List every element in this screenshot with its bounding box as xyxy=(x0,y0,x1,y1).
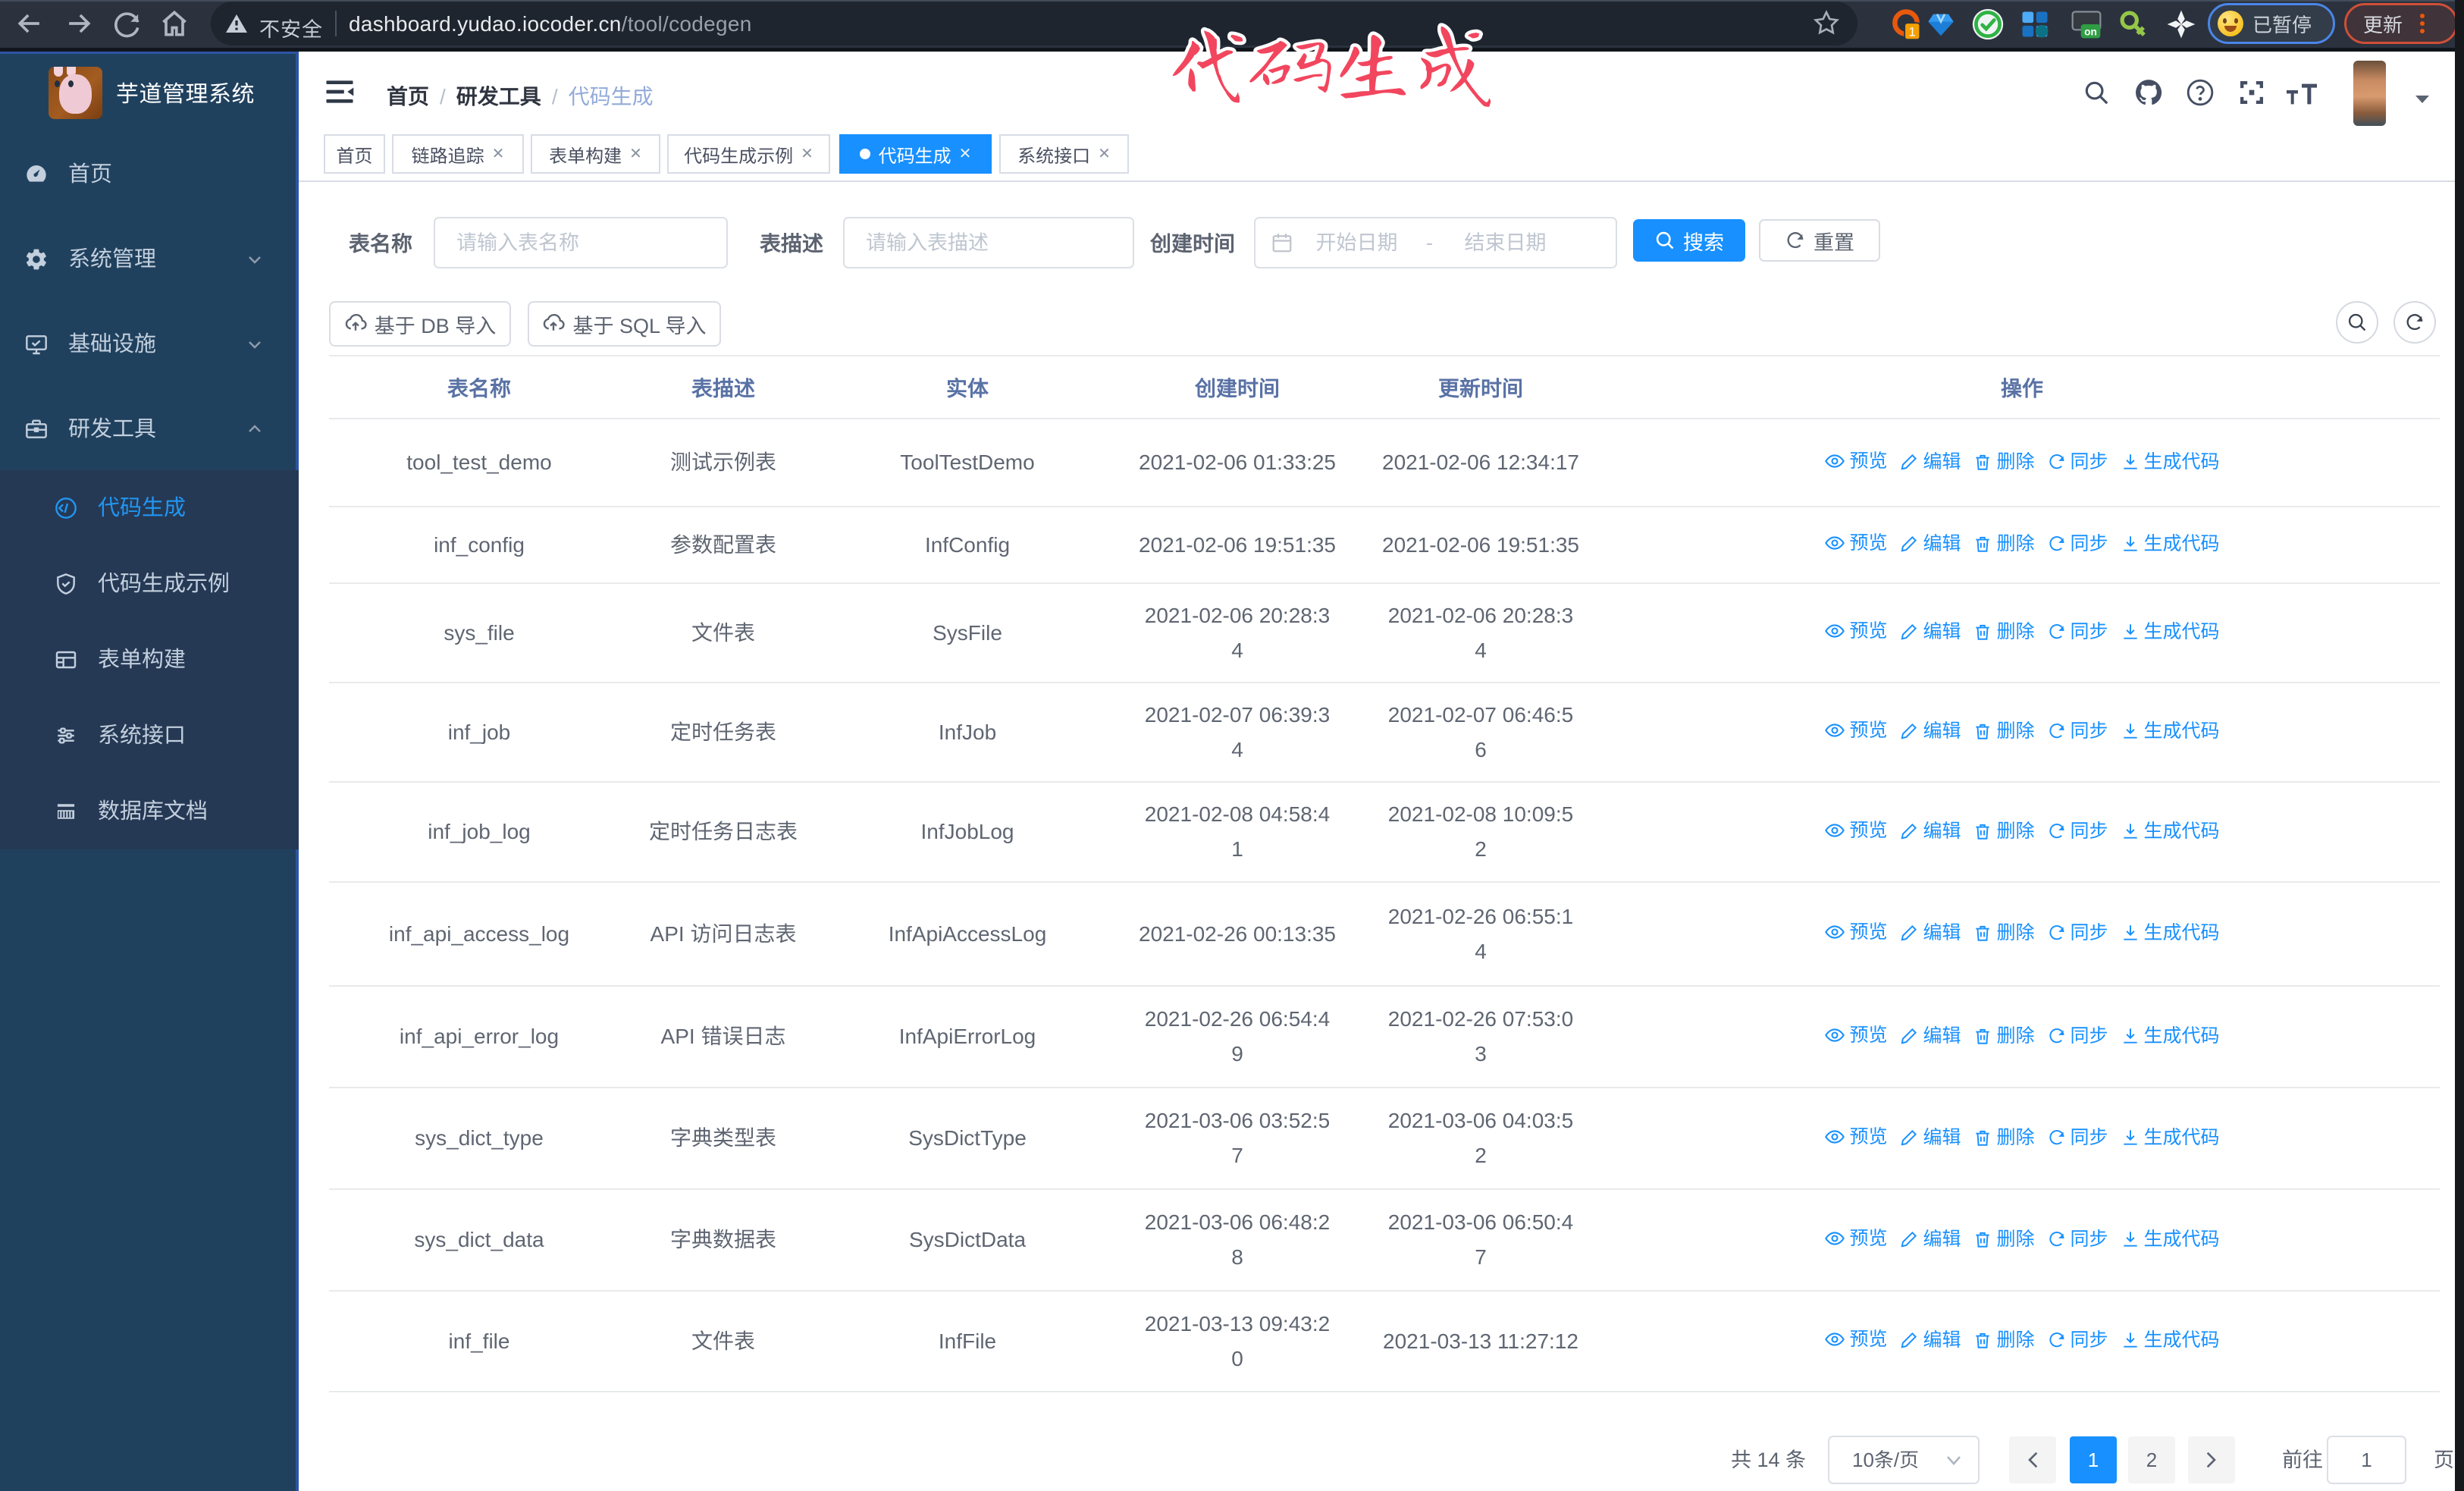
svg-text:on: on xyxy=(2084,27,2097,38)
svg-text:1: 1 xyxy=(1909,26,1916,39)
